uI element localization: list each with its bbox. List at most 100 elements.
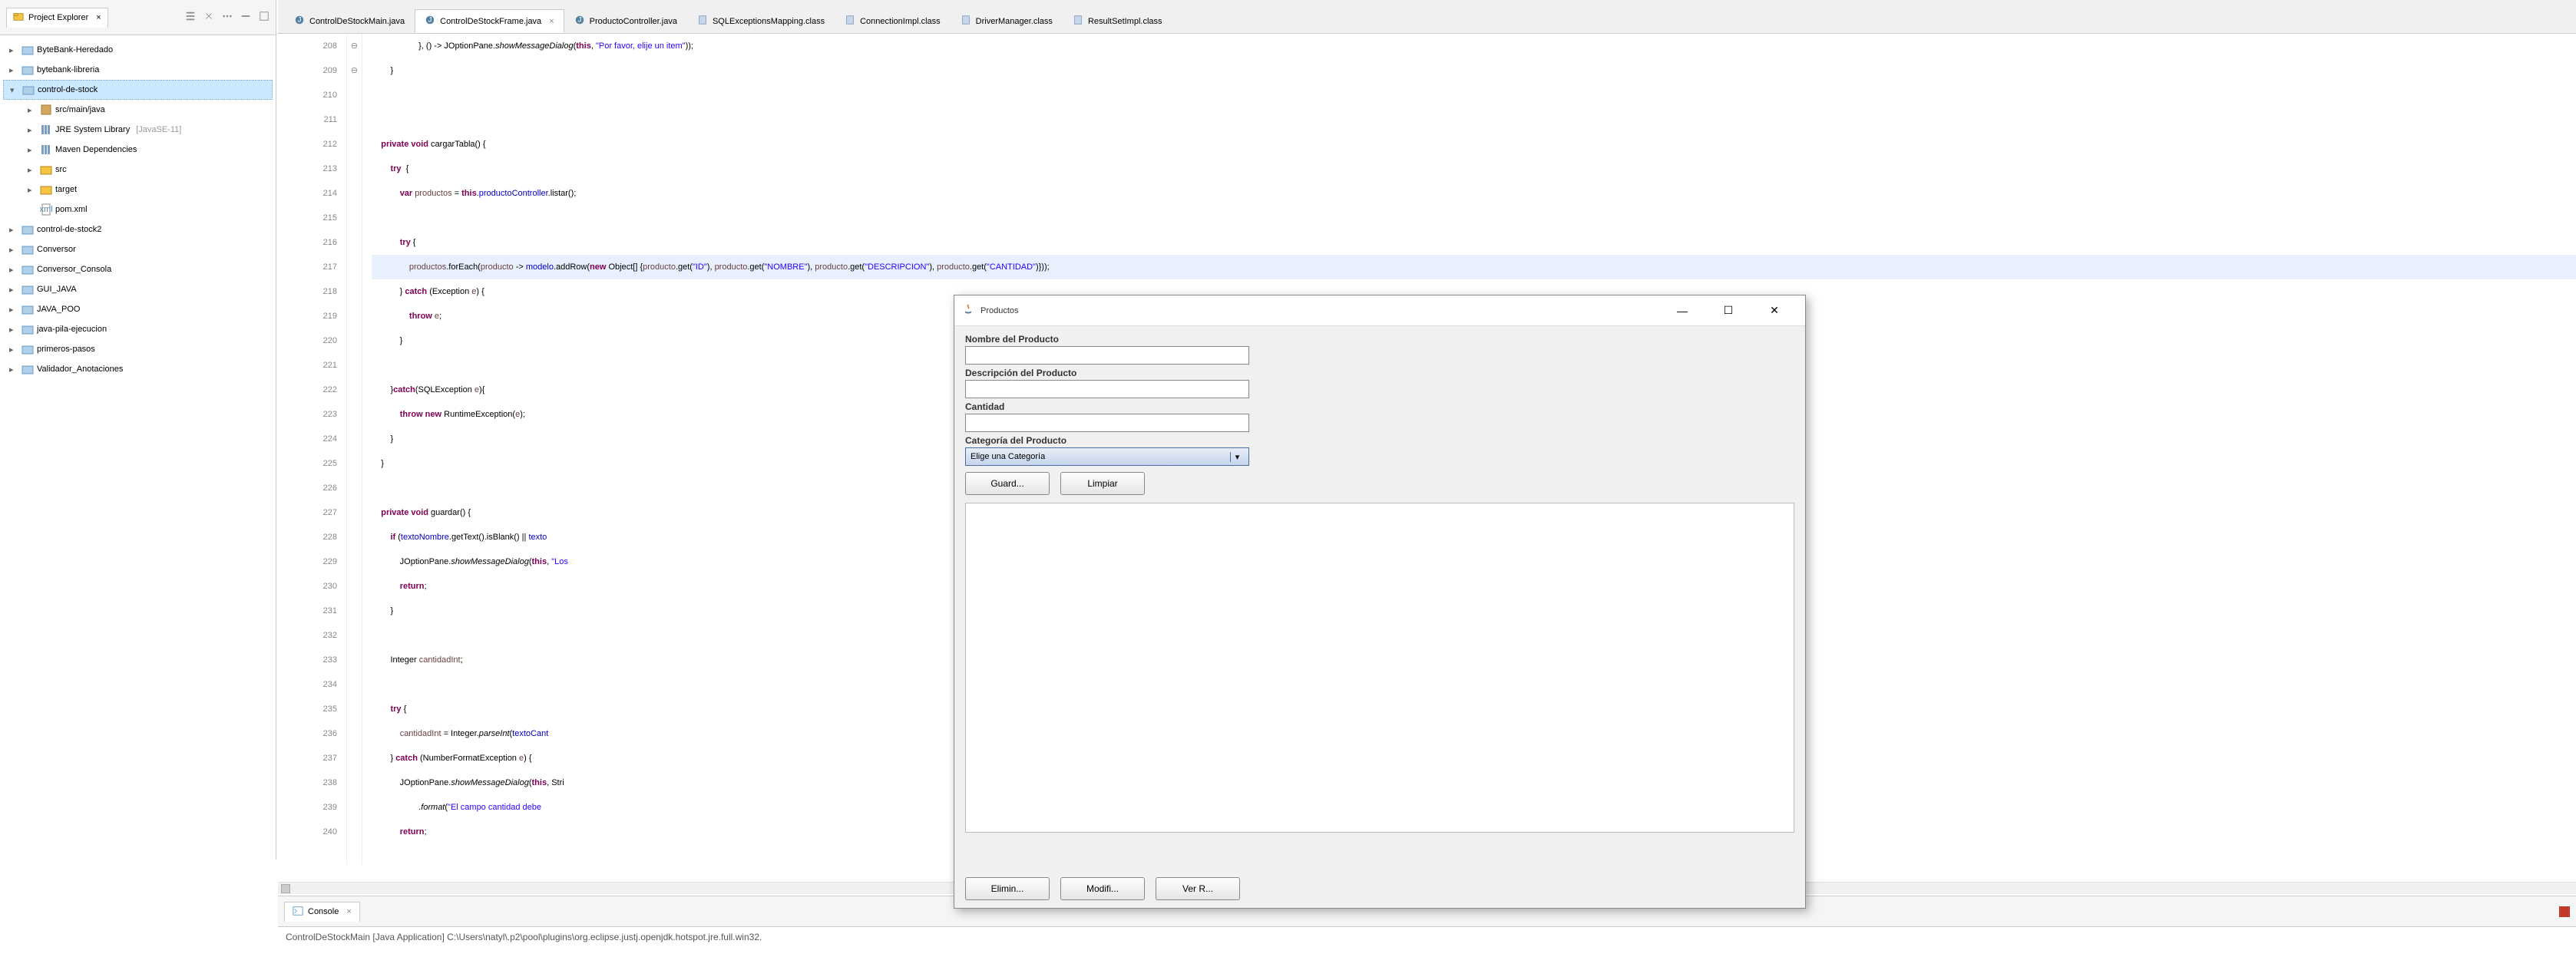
tree-item-label: java-pila-ejecucion — [37, 325, 107, 334]
tree-item-label: primeros-pasos — [37, 345, 95, 354]
tree-item-java-poo[interactable]: ▸JAVA_POO — [3, 299, 273, 319]
descripcion-input[interactable] — [965, 380, 1249, 398]
code-line[interactable]: private void cargarTabla() { — [372, 132, 2576, 157]
expand-icon[interactable]: ▸ — [9, 285, 18, 295]
console-status-line: ControlDeStockMain [Java Application] C:… — [278, 927, 2576, 947]
tree-item-java-pila-ejecucion[interactable]: ▸ java-pila-ejecucion — [3, 319, 273, 339]
cantidad-input[interactable] — [965, 414, 1249, 432]
tree-item-src[interactable]: ▸src — [3, 160, 273, 180]
folder-icon — [21, 283, 34, 295]
expand-icon[interactable]: ▸ — [28, 185, 37, 195]
expand-icon[interactable]: ▸ — [9, 265, 18, 275]
view-menu-icon[interactable] — [222, 11, 233, 24]
modificar-button[interactable]: Modifi... — [1060, 877, 1145, 900]
code-line[interactable]: try { — [372, 230, 2576, 255]
folder-icon — [21, 223, 34, 236]
tree-item-target[interactable]: ▸target — [3, 180, 273, 200]
editor-tab-controldestockmain-java[interactable]: JControlDeStockMain.java — [284, 9, 415, 33]
editor-tab-connectionimpl-class[interactable]: ConnectionImpl.class — [835, 9, 951, 33]
fold-gutter[interactable]: ⊖⊖ — [347, 34, 362, 865]
line-number: 238 — [278, 771, 337, 795]
expand-icon[interactable]: ▸ — [28, 105, 37, 115]
select-value: Elige una Categoría — [971, 452, 1045, 461]
expand-icon[interactable]: ▸ — [9, 45, 18, 55]
fold-marker[interactable]: ⊖ — [347, 58, 362, 83]
dialog-titlebar[interactable]: Productos — ☐ ✕ — [954, 295, 1805, 326]
minimize-button[interactable]: — — [1659, 296, 1705, 325]
close-button[interactable]: ✕ — [1751, 296, 1797, 325]
expand-icon[interactable]: ▸ — [9, 305, 18, 315]
line-number: 225 — [278, 451, 337, 476]
editor-tab-resultsetimpl-class[interactable]: ResultSetImpl.class — [1063, 9, 1172, 33]
editor-tab-drivermanager-class[interactable]: DriverManager.class — [951, 9, 1063, 33]
code-line[interactable] — [372, 206, 2576, 230]
console-tab[interactable]: Console × — [284, 902, 360, 922]
maximize-button[interactable]: ☐ — [1705, 296, 1751, 325]
code-line[interactable] — [372, 83, 2576, 107]
expand-icon[interactable]: ▸ — [28, 145, 37, 155]
explorer-tab[interactable]: Project Explorer × — [6, 8, 108, 28]
maximize-icon[interactable] — [259, 11, 270, 24]
line-number: 219 — [278, 304, 337, 328]
class-file-icon — [845, 15, 855, 28]
code-line[interactable]: productos.forEach(producto -> modelo.add… — [372, 255, 2576, 279]
tree-item-jre-system-library[interactable]: ▸JRE System Library[JavaSE-11] — [3, 120, 273, 140]
expand-icon[interactable]: ▾ — [10, 85, 19, 95]
tree-item-label: GUI_JAVA — [37, 285, 77, 294]
package-icon — [40, 104, 52, 116]
expand-icon[interactable]: ▸ — [9, 365, 18, 375]
tree-item-control-de-stock2[interactable]: ▸control-de-stock2 — [3, 219, 273, 239]
tree-item-conversor[interactable]: ▸Conversor — [3, 239, 273, 259]
productos-table[interactable] — [965, 503, 1794, 833]
code-line[interactable]: }, () -> JOptionPane.showMessageDialog(t… — [372, 34, 2576, 58]
tree-item-gui-java[interactable]: ▸ GUI_JAVA — [3, 279, 273, 299]
expand-icon[interactable]: ▸ — [28, 165, 37, 175]
scrollbar-thumb[interactable] — [281, 884, 290, 893]
nombre-input[interactable] — [965, 346, 1249, 365]
categoria-select[interactable]: Elige una Categoría ▾ — [965, 447, 1249, 466]
code-line[interactable]: try { — [372, 157, 2576, 181]
expand-icon[interactable]: ▸ — [9, 325, 18, 335]
close-icon[interactable]: × — [346, 907, 351, 916]
editor-tab-productocontroller-java[interactable]: JProductoController.java — [564, 9, 687, 33]
svg-text:J: J — [577, 16, 581, 25]
code-line[interactable]: var productos = this.productoController.… — [372, 181, 2576, 206]
editor-tab-controldestockframe-java[interactable]: J ControlDeStockFrame.java × — [415, 9, 564, 33]
close-icon[interactable]: × — [549, 17, 554, 26]
folder-icon — [21, 44, 34, 56]
expand-icon[interactable]: ▸ — [9, 65, 18, 75]
library-icon — [40, 124, 52, 136]
ver-button[interactable]: Ver R... — [1156, 877, 1240, 900]
tree-item-conversor-consola[interactable]: ▸Conversor_Consola — [3, 259, 273, 279]
limpiar-button[interactable]: Limpiar — [1060, 472, 1145, 495]
project-tree[interactable]: ▸ByteBank-Heredado▸bytebank-libreria▾con… — [0, 35, 276, 384]
code-line[interactable]: } — [372, 58, 2576, 83]
editor-tab-sqlexceptionsmapping-class[interactable]: SQLExceptionsMapping.class — [687, 9, 835, 33]
expand-icon[interactable]: ▸ — [9, 345, 18, 355]
expand-icon[interactable]: ▸ — [9, 245, 18, 255]
svg-text:xml: xml — [40, 205, 52, 214]
tree-item-pom-xml[interactable]: xmlpom.xml — [3, 200, 273, 219]
eliminar-button[interactable]: Elimin... — [965, 877, 1050, 900]
tree-item-control-de-stock[interactable]: ▾control-de-stock — [3, 80, 273, 100]
code-line[interactable] — [372, 107, 2576, 132]
expand-icon[interactable]: ▸ — [9, 225, 18, 235]
tree-item-bytebank-heredado[interactable]: ▸ByteBank-Heredado — [3, 40, 273, 60]
minimize-icon[interactable] — [240, 11, 251, 24]
close-icon[interactable]: × — [96, 13, 101, 22]
tab-label: ControlDeStockFrame.java — [440, 17, 541, 26]
expand-icon[interactable]: ▸ — [28, 125, 37, 135]
svg-text:J: J — [428, 16, 432, 25]
tree-item-validador-anotaciones[interactable]: ▸Validador_Anotaciones — [3, 359, 273, 379]
tree-item-bytebank-libreria[interactable]: ▸bytebank-libreria — [3, 60, 273, 80]
guardar-button[interactable]: Guard... — [965, 472, 1050, 495]
tree-item-maven-dependencies[interactable]: ▸Maven Dependencies — [3, 140, 273, 160]
collapse-all-icon[interactable] — [185, 11, 196, 24]
tree-item-src-main-java[interactable]: ▸src/main/java — [3, 100, 273, 120]
fold-marker[interactable]: ⊖ — [347, 34, 362, 58]
folder-icon — [21, 323, 34, 335]
terminate-icon[interactable] — [2559, 906, 2570, 917]
link-editor-icon[interactable] — [203, 11, 214, 24]
line-number: 209 — [278, 58, 337, 83]
tree-item-primeros-pasos[interactable]: ▸ primeros-pasos — [3, 339, 273, 359]
